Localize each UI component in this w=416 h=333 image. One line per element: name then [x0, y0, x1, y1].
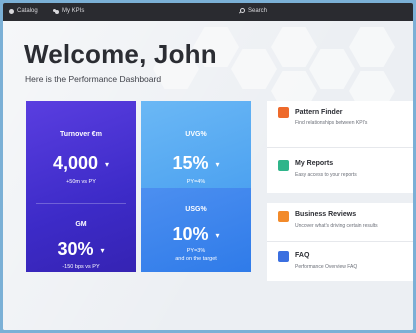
kpi-usg-label: USG%	[185, 206, 207, 213]
kpi-turnover-label: Turnover €m	[60, 131, 102, 138]
kpi-card-turnover-gm[interactable]: Turnover €m 4,000 ▾ +50m vs PY GM 30% ▾ -1…	[26, 101, 136, 272]
bar-chart-icon	[278, 211, 289, 222]
my-reports-subtitle: Easy access to your reports	[295, 172, 357, 178]
faq-subtitle: Performance Overview FAQ	[295, 264, 358, 270]
kpi-usg-value: 10% ▾	[172, 224, 220, 244]
circle-icon	[9, 8, 14, 14]
search-bar[interactable]: Search	[239, 8, 267, 14]
kpi-gm-label: GM	[75, 221, 87, 228]
kpi-gm-sub: -150 bps vs PY	[62, 264, 100, 270]
kpi-turnover-value: 4,000 ▾	[52, 153, 110, 173]
kpi-gm-value: 30% ▾	[57, 239, 105, 259]
kpi-card-uvg[interactable]: UVG% 15% ▾ PY=4%	[141, 101, 251, 199]
page-subtitle: Here is the Performance Dashboard	[25, 74, 162, 84]
hexagon-decoration	[231, 49, 277, 89]
link-faq[interactable]: FAQ Performance Overview FAQ	[267, 242, 413, 281]
side-panel-tools: Pattern Finder Find relationships betwee…	[267, 101, 413, 193]
kpi-usg-sub: PY=3%	[186, 248, 206, 254]
trend-down-icon: ▾	[105, 159, 110, 169]
nav-my-kpis[interactable]: My KPIs	[53, 8, 84, 14]
kpi-card-usg[interactable]: USG% 10% ▾ PY=3% and on the target	[141, 188, 251, 272]
app-window: Catalog My KPIs Search Welcome, John Her…	[3, 3, 413, 330]
link-pattern-finder[interactable]: Pattern Finder Find relationships betwee…	[267, 101, 413, 147]
link-business-reviews[interactable]: Business Reviews Uncover what's driving …	[267, 203, 413, 241]
nav-catalog-label: Catalog	[17, 8, 38, 14]
kpi-turnover-sub: +50m vs PY	[66, 179, 96, 185]
flame-icon	[278, 107, 289, 118]
top-nav-bar: Catalog My KPIs Search	[3, 3, 413, 21]
business-reviews-title: Business Reviews	[295, 211, 357, 218]
people-icon	[53, 8, 59, 14]
kpi-uvg-label: UVG%	[185, 131, 207, 138]
trend-down-icon: ▾	[100, 245, 105, 255]
trend-down-icon: ▾	[215, 159, 220, 169]
hexagon-decoration	[271, 27, 317, 67]
page-title: Welcome, John	[24, 39, 217, 69]
kpi-usg-sub2: and on the target	[175, 256, 217, 262]
report-icon	[278, 160, 289, 171]
hexagon-decoration	[349, 27, 395, 67]
warning-icon	[278, 251, 289, 262]
link-my-reports[interactable]: My Reports Easy access to your reports	[267, 148, 413, 193]
kpi-uvg-value: 15% ▾	[172, 153, 220, 173]
my-reports-title: My Reports	[295, 160, 334, 167]
nav-my-kpis-label: My KPIs	[62, 8, 85, 14]
hexagon-decoration	[309, 49, 355, 89]
nav-catalog[interactable]: Catalog	[9, 8, 38, 14]
search-label: Search	[248, 8, 268, 14]
pattern-finder-title: Pattern Finder	[295, 109, 343, 116]
kpi-uvg-sub: PY=4%	[186, 179, 206, 185]
trend-down-icon: ▾	[215, 230, 220, 240]
search-icon	[239, 8, 245, 14]
business-reviews-subtitle: Uncover what's driving certain results	[295, 223, 378, 229]
side-panel-insights: Business Reviews Uncover what's driving …	[267, 203, 413, 281]
pattern-finder-subtitle: Find relationships between KPI's	[295, 120, 368, 126]
divider	[36, 203, 126, 204]
faq-title: FAQ	[295, 252, 310, 259]
